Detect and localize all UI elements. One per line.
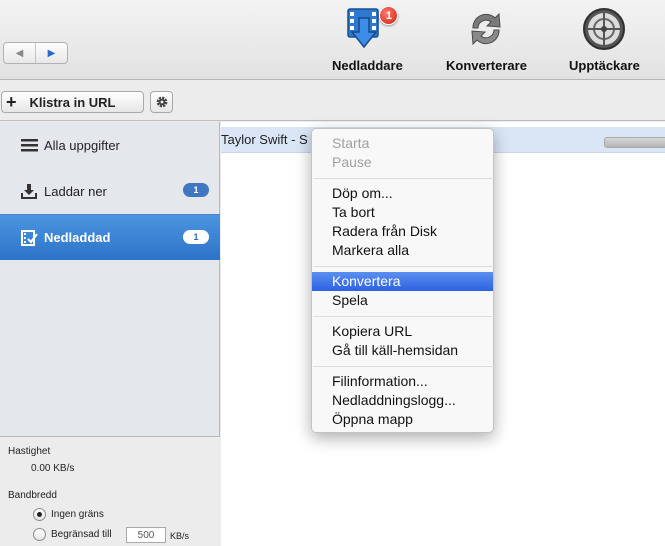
film-check-icon bbox=[20, 229, 38, 246]
menu-item-remove[interactable]: Ta bort bbox=[312, 203, 493, 222]
menu-item-pause: Pause bbox=[332, 154, 372, 170]
sidebar-item-downloaded[interactable]: Nedladdad 1 bbox=[0, 214, 220, 260]
plus-icon: + bbox=[6, 92, 17, 112]
menu-item-play[interactable]: Spela bbox=[312, 291, 493, 310]
stats-panel: Hastighet 0.00 KB/s Bandbredd Ingen grän… bbox=[0, 437, 220, 546]
url-bar: + Klistra in URL bbox=[0, 81, 665, 121]
downloader-icon: 1 bbox=[341, 5, 399, 53]
sidebar-item-label: Alla uppgifter bbox=[44, 137, 120, 153]
sidebar-item-label: Nedladdad bbox=[44, 230, 111, 245]
no-limit-label: Ingen gräns bbox=[51, 509, 104, 520]
downloader-label: Nedladdare bbox=[332, 58, 403, 73]
download-count-badge: 1 bbox=[379, 6, 399, 25]
toolbar: ◀ ▶ 1 Nedladdare Konverterare Upptäckare bbox=[0, 0, 665, 80]
menu-separator bbox=[313, 316, 494, 317]
crosshair-globe-icon bbox=[578, 5, 630, 53]
count-badge: 1 bbox=[183, 230, 209, 244]
downloader-tool-button[interactable]: 1 Nedladdare bbox=[332, 5, 403, 73]
row-progress-bar bbox=[604, 137, 665, 148]
menu-item-convert[interactable]: Konvertera bbox=[312, 272, 493, 291]
menu-item-download-log[interactable]: Nedladdningslogg... bbox=[312, 391, 493, 410]
menu-separator bbox=[313, 366, 494, 367]
limited-radio[interactable] bbox=[33, 528, 46, 541]
menu-item-open-folder[interactable]: Öppna mapp bbox=[312, 410, 493, 429]
speed-value: 0.00 KB/s bbox=[31, 463, 75, 474]
menu-item-file-info[interactable]: Filinformation... bbox=[312, 372, 493, 391]
menu-item-start: Starta bbox=[332, 135, 370, 151]
forward-button[interactable]: ▶ bbox=[35, 43, 67, 63]
gear-icon bbox=[156, 96, 167, 108]
paste-url-button[interactable]: + Klistra in URL bbox=[1, 91, 144, 113]
sidebar-item-downloading[interactable]: Laddar ner 1 bbox=[0, 168, 220, 214]
menu-item-delete-from-disk[interactable]: Radera från Disk bbox=[312, 222, 493, 241]
nav-buttons: ◀ ▶ bbox=[3, 42, 68, 64]
list-icon bbox=[20, 137, 38, 153]
discover-label: Upptäckare bbox=[569, 58, 640, 73]
menu-item-copy-url[interactable]: Kopiera URL bbox=[312, 322, 493, 341]
paste-url-label: Klistra in URL bbox=[29, 94, 116, 110]
limited-label: Begränsad till bbox=[51, 529, 112, 540]
sidebar: Alla uppgifter Laddar ner 1 Nedladdad 1 … bbox=[0, 122, 220, 546]
menu-item-rename[interactable]: Döp om... bbox=[312, 184, 493, 203]
convert-arrows-icon bbox=[460, 5, 512, 53]
speed-label: Hastighet bbox=[8, 446, 51, 457]
bandwidth-limit-input[interactable]: 500 bbox=[126, 527, 166, 543]
row-title: Taylor Swift - S bbox=[221, 132, 308, 147]
menu-item-go-to-source[interactable]: Gå till käll-hemsidan bbox=[312, 341, 493, 360]
bandwidth-label: Bandbredd bbox=[8, 490, 57, 501]
discover-tool-button[interactable]: Upptäckare bbox=[569, 5, 640, 73]
back-button[interactable]: ◀ bbox=[4, 43, 35, 63]
converter-label: Konverterare bbox=[446, 58, 527, 73]
menu-item-select-all[interactable]: Markera alla bbox=[312, 241, 493, 260]
download-tray-icon bbox=[20, 183, 38, 199]
sidebar-item-all-tasks[interactable]: Alla uppgifter bbox=[0, 122, 220, 168]
settings-button[interactable] bbox=[150, 91, 173, 113]
limit-unit: KB/s bbox=[170, 531, 190, 541]
menu-separator bbox=[313, 178, 494, 179]
count-badge: 1 bbox=[183, 183, 209, 197]
converter-tool-button[interactable]: Konverterare bbox=[446, 5, 527, 73]
no-limit-radio[interactable] bbox=[33, 508, 46, 521]
menu-separator bbox=[313, 266, 494, 267]
context-menu: Starta Pause Döp om... Ta bort Radera fr… bbox=[311, 128, 494, 433]
sidebar-item-label: Laddar ner bbox=[44, 183, 107, 199]
